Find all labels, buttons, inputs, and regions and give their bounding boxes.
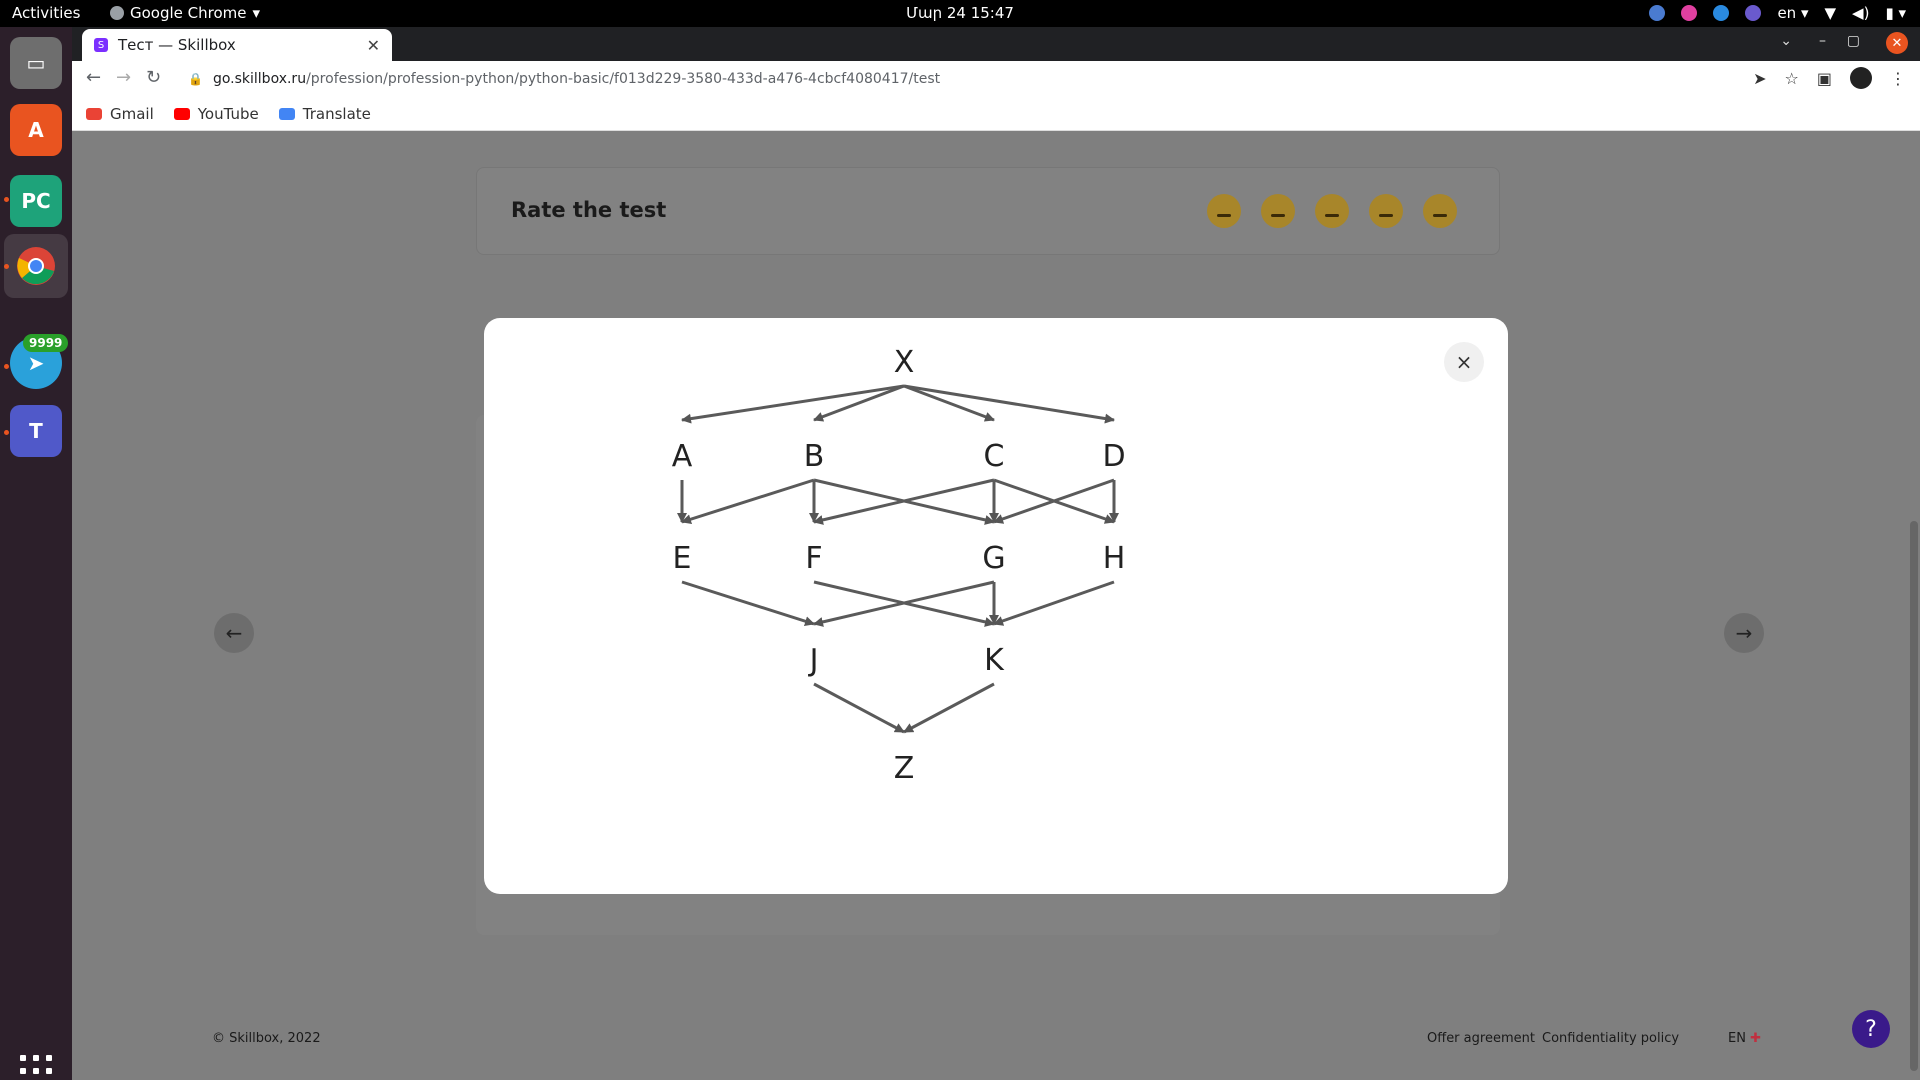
skillbox-favicon-icon: S xyxy=(94,38,108,52)
bookmark-youtube[interactable]: YouTube xyxy=(173,105,259,123)
node-G: G xyxy=(982,541,1005,576)
running-indicator xyxy=(4,264,9,269)
edge-H-K xyxy=(993,580,1115,626)
teams-icon[interactable]: T xyxy=(10,405,62,457)
scrollbar[interactable] xyxy=(1910,521,1918,1071)
chrome-icon xyxy=(110,6,124,20)
node-E: E xyxy=(673,541,692,576)
chrome-icon[interactable] xyxy=(4,234,68,298)
lock-icon: 🔒 xyxy=(188,72,203,86)
node-X: X xyxy=(894,345,915,380)
edge-X-B xyxy=(813,384,905,422)
uk-flag-icon: ✚ xyxy=(1750,1031,1761,1046)
app-menu-label: Google Chrome xyxy=(130,4,247,22)
tab-strip: S Тест — Skillbox ✕ + ⌄ – ▢ ✕ xyxy=(72,27,1920,61)
edge-E-J xyxy=(681,580,815,627)
help-button[interactable]: ? xyxy=(1852,1010,1890,1048)
pycharm-icon[interactable]: PC xyxy=(10,175,62,227)
emoji-sad-icon[interactable] xyxy=(1261,194,1295,228)
app-center-icon[interactable]: A xyxy=(10,104,62,156)
close-modal-button[interactable]: × xyxy=(1444,342,1484,382)
footer-privacy-link[interactable]: Confidentiality policy xyxy=(1542,1031,1679,1046)
emoji-angry-icon[interactable] xyxy=(1207,194,1241,228)
bookmarks-bar: Gmail YouTube Translate xyxy=(72,97,1920,131)
emoji-smile-icon[interactable] xyxy=(1369,194,1403,228)
bookmark-gmail[interactable]: Gmail xyxy=(86,105,154,123)
node-K: K xyxy=(984,643,1005,678)
gmail-icon xyxy=(86,107,102,120)
url-path: /profession/profession-python/python-bas… xyxy=(306,71,941,87)
minimize-button[interactable]: – xyxy=(1819,33,1826,49)
tab-title: Тест — Skillbox xyxy=(118,36,236,54)
menu-kebab-icon[interactable]: ⋮ xyxy=(1890,69,1906,88)
battery-icon[interactable]: ▮ ▾ xyxy=(1885,4,1906,22)
language-indicator[interactable]: en ▾ xyxy=(1777,4,1808,22)
running-indicator xyxy=(4,364,9,369)
wifi-icon[interactable]: ▼ xyxy=(1825,4,1837,22)
dock: ▭ A PC ➤ 9999 T xyxy=(0,27,72,1080)
activities-button[interactable]: Activities xyxy=(12,4,80,22)
volume-icon[interactable]: ◀) xyxy=(1852,4,1869,22)
prev-arrow-icon[interactable]: ← xyxy=(214,613,254,653)
bookmark-translate[interactable]: Translate xyxy=(278,105,371,123)
node-D: D xyxy=(1102,439,1125,474)
node-A: A xyxy=(672,439,693,474)
new-tab-button[interactable]: + xyxy=(334,31,352,56)
notification-badge: 9999 xyxy=(23,334,69,352)
translate-icon xyxy=(278,107,295,120)
app-menu[interactable]: Google Chrome ▾ xyxy=(110,4,260,22)
clock[interactable]: Մար 24 15:47 xyxy=(906,4,1014,22)
url-host: go.skillbox.ru xyxy=(212,71,307,87)
show-applications-icon[interactable] xyxy=(20,1055,52,1080)
emoji-neutral-icon[interactable] xyxy=(1315,194,1349,228)
graph-diagram: X A B C D E F G H J K Z xyxy=(672,345,1126,786)
reload-icon[interactable]: ↻ xyxy=(146,67,161,88)
profile-avatar[interactable] xyxy=(1850,67,1872,89)
running-indicator xyxy=(4,430,9,435)
send-icon[interactable]: ➤ xyxy=(1753,69,1766,88)
node-H: H xyxy=(1103,541,1126,576)
tray-app-icon[interactable] xyxy=(1649,5,1666,21)
files-icon[interactable]: ▭ xyxy=(10,37,62,89)
rate-card: Rate the test xyxy=(476,167,1500,255)
image-modal: X A B C D E F G H J K Z × xyxy=(484,318,1508,894)
back-icon[interactable]: ← xyxy=(86,67,101,88)
tray-app-icon[interactable] xyxy=(1713,5,1730,21)
emoji-happy-icon[interactable] xyxy=(1423,194,1457,228)
rate-title: Rate the test xyxy=(511,198,667,222)
system-top-bar: Activities Google Chrome ▾ Մար 24 15:47 … xyxy=(0,0,1920,27)
footer-language[interactable]: EN ✚ xyxy=(1728,1031,1761,1046)
running-indicator xyxy=(4,197,9,202)
tab-search-icon[interactable]: ⌄ xyxy=(1780,33,1792,49)
edge-B-E xyxy=(681,478,815,525)
node-J: J xyxy=(808,643,819,678)
node-C: C xyxy=(984,439,1005,474)
browser-toolbar: ← → ↻ 🔒 go.skillbox.ru/profession/profes… xyxy=(72,61,1920,97)
address-bar[interactable]: 🔒 go.skillbox.ru/profession/profession-p… xyxy=(180,63,1810,95)
edge-J-Z xyxy=(813,682,905,734)
chevron-down-icon: ▾ xyxy=(252,4,261,22)
close-window-button[interactable]: ✕ xyxy=(1886,32,1908,54)
footer-copyright: © Skillbox, 2022 xyxy=(212,1031,321,1046)
tray-app-icon[interactable] xyxy=(1745,5,1762,21)
close-tab-icon[interactable]: ✕ xyxy=(367,36,380,55)
edge-X-D xyxy=(903,384,1115,424)
tray-app-icon[interactable] xyxy=(1681,5,1698,21)
edge-X-C xyxy=(903,384,995,422)
forward-icon[interactable]: → xyxy=(116,67,131,88)
node-B: B xyxy=(804,439,825,474)
youtube-icon xyxy=(173,107,190,120)
node-F: F xyxy=(805,541,822,576)
maximize-button[interactable]: ▢ xyxy=(1847,33,1860,49)
system-tray: en ▾ ▼ ◀) ▮ ▾ xyxy=(1649,4,1906,22)
footer-offer-link[interactable]: Offer agreement xyxy=(1427,1031,1535,1046)
next-arrow-icon[interactable]: → xyxy=(1724,613,1764,653)
node-Z: Z xyxy=(894,751,915,786)
side-panel-icon[interactable]: ▣ xyxy=(1817,69,1832,88)
edge-K-Z xyxy=(903,682,995,734)
edge-X-A xyxy=(681,384,905,424)
bookmark-star-icon[interactable]: ☆ xyxy=(1785,69,1799,88)
